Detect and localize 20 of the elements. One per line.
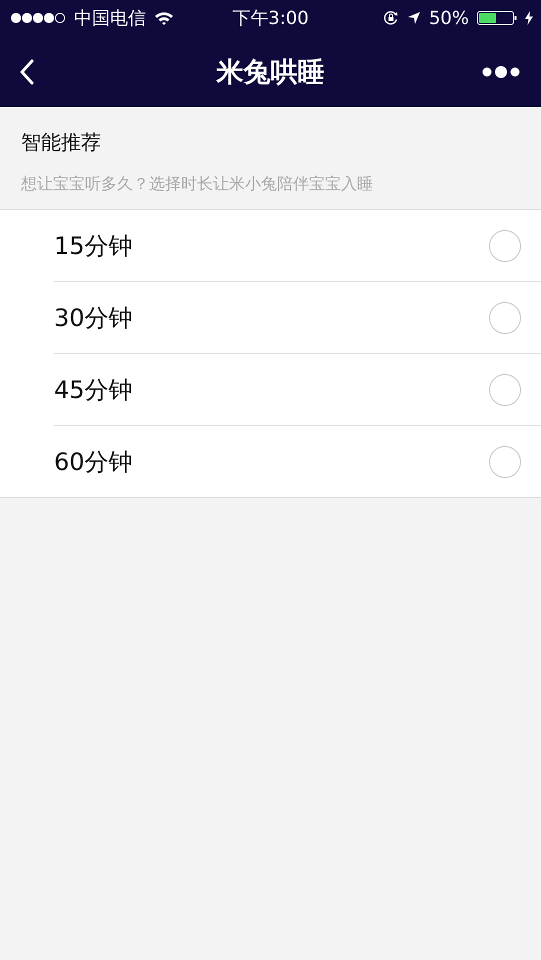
duration-option[interactable]: 30分钟 [54,281,541,353]
duration-option[interactable]: 15分钟 [54,210,541,281]
location-arrow-icon [406,11,421,25]
rotation-lock-icon [382,10,399,26]
radio-button[interactable] [489,374,521,406]
duration-option[interactable]: 60分钟 [54,425,541,497]
signal-icon [10,12,66,24]
duration-option[interactable]: 45分钟 [54,353,541,425]
battery-icon [477,10,517,26]
page-title: 米兔哄睡 [216,56,324,90]
battery-percent: 50% [428,8,469,28]
carrier-name: 中国电信 [74,7,146,30]
charging-bolt-icon [525,11,533,25]
wifi-icon [154,10,174,26]
radio-button[interactable] [489,230,521,262]
section-hint: 想让宝宝听多久？选择时长让米小兔陪伴宝宝入睡 [21,174,374,195]
radio-button[interactable] [489,446,521,478]
section-title: 智能推荐 [21,129,102,156]
radio-button[interactable] [489,302,521,334]
status-time: 下午3:00 [232,7,309,30]
